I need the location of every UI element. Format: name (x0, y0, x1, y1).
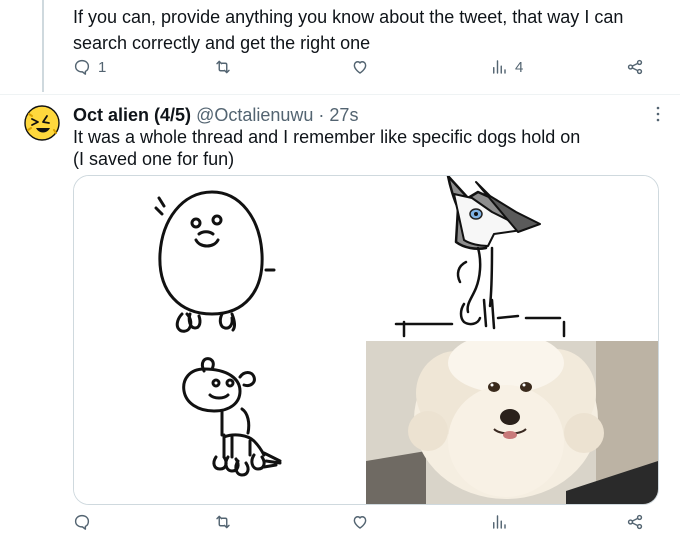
thread-line (42, 0, 44, 92)
views-icon (490, 58, 508, 76)
views-icon (490, 513, 508, 531)
share-button[interactable] (626, 58, 644, 76)
views-count: 4 (515, 58, 524, 76)
retweet-icon (214, 58, 232, 76)
media-grid (73, 175, 659, 505)
timestamp[interactable]: 27s (329, 105, 358, 125)
tweet-text-line: search correctly and get the right one (73, 33, 371, 53)
reply-count: 1 (98, 58, 107, 76)
bichon-dog-photo[interactable] (366, 341, 658, 504)
reply-icon (73, 58, 91, 76)
views-button[interactable]: 4 (490, 58, 523, 76)
more-options-button[interactable] (648, 104, 668, 124)
share-icon (626, 513, 644, 531)
reply-icon (73, 513, 91, 531)
tweet-header: Oct alien (4/5) @Octalienuwu · 27s (73, 104, 358, 126)
reply-button[interactable] (73, 513, 91, 531)
like-icon (351, 58, 369, 76)
tweet-text: If you can, provide anything you know ab… (73, 4, 663, 56)
media-divider (364, 176, 366, 504)
tweet-actions: 1 4 (73, 58, 648, 82)
retweet-button[interactable] (214, 58, 232, 76)
reply-button[interactable]: 1 (73, 58, 106, 76)
tweet-text-line: If you can, provide anything you know ab… (73, 7, 624, 27)
tweet-text-line: (I saved one for fun) (73, 149, 235, 169)
tweet-separator (0, 94, 680, 95)
views-button[interactable] (490, 513, 508, 531)
dog-doodle[interactable] (74, 341, 364, 504)
like-icon (351, 513, 369, 531)
share-icon (626, 58, 644, 76)
retweet-button[interactable] (214, 513, 232, 531)
like-button[interactable] (351, 58, 369, 76)
retweet-icon (214, 513, 232, 531)
tweet-text-line: It was a whole thread and I remember lik… (73, 127, 581, 147)
tweet-actions (73, 513, 648, 537)
author-name[interactable]: Oct alien (4/5) (73, 105, 191, 125)
egg-creature-doodle[interactable] (74, 176, 364, 339)
avatar[interactable] (23, 104, 61, 142)
share-button[interactable] (626, 513, 644, 531)
separator-dot: · (318, 105, 325, 125)
author-handle[interactable]: @Octalienuwu (196, 105, 313, 125)
tweet-text: It was a whole thread and I remember lik… (73, 126, 653, 170)
like-button[interactable] (351, 513, 369, 531)
wolf-drawing[interactable] (366, 176, 658, 339)
